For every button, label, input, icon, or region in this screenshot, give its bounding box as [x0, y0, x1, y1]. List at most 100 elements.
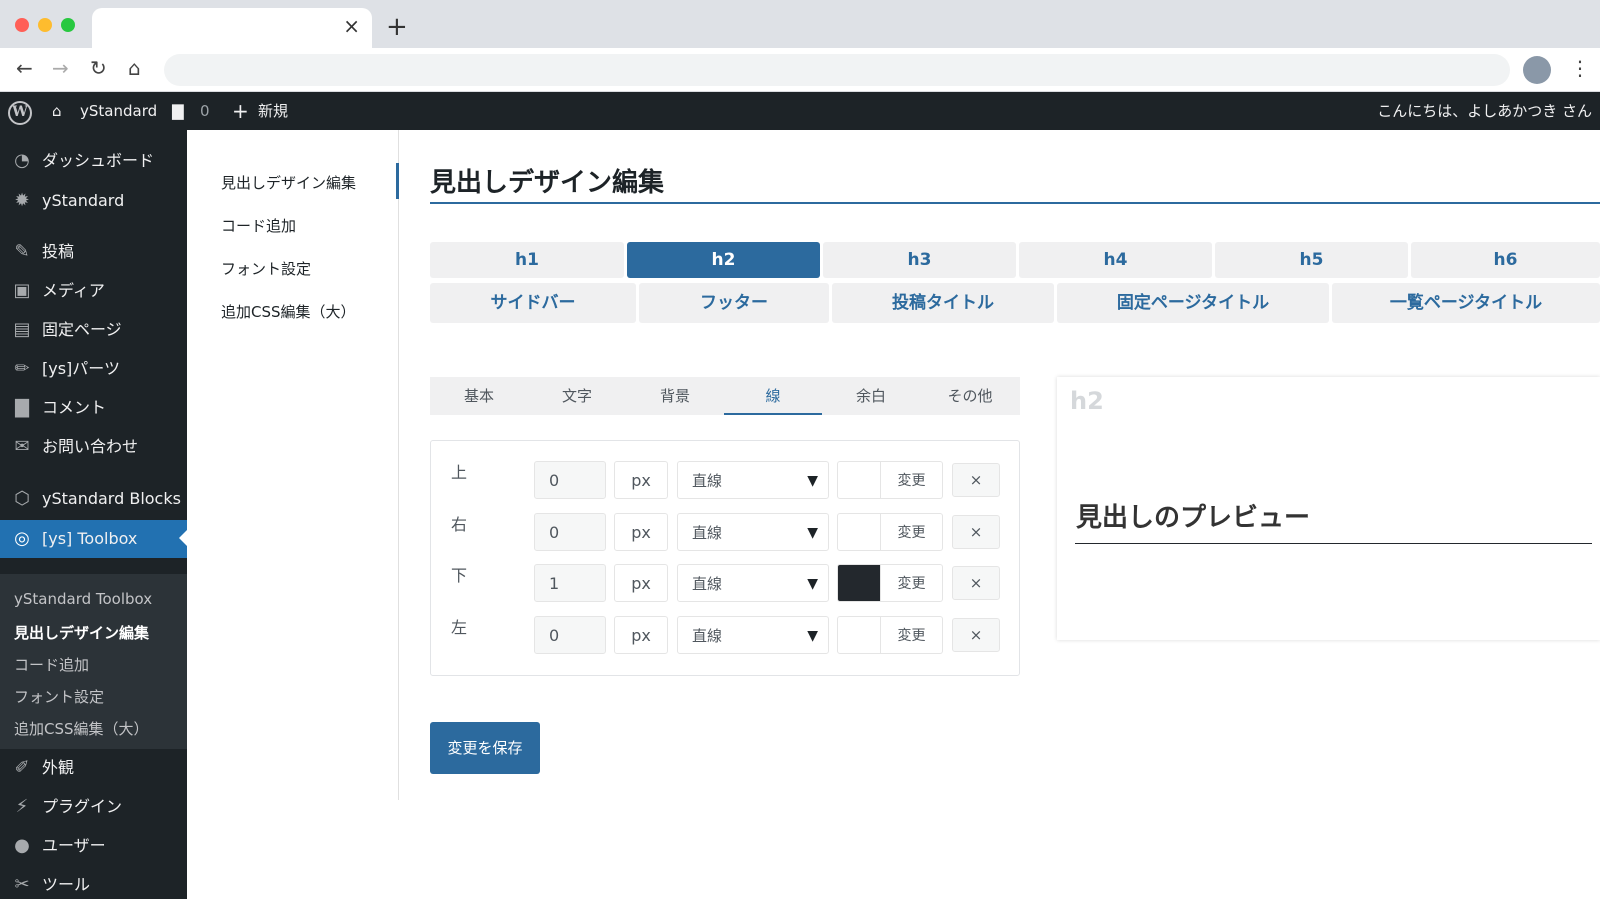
sidebar-item-toolbox[interactable]: ◎ [ys] Toolbox — [0, 520, 187, 558]
reload-icon[interactable]: ↻ — [90, 58, 107, 78]
forward-arrow-icon[interactable]: → — [52, 58, 69, 78]
media-icon: ▣ — [13, 280, 31, 301]
sidebar-item-comments[interactable]: ▇ コメント — [0, 390, 187, 426]
submenu-item-font-settings[interactable]: フォント設定 — [14, 686, 104, 707]
comments-count[interactable]: 0 — [200, 92, 210, 130]
wrench-icon: ✂ — [14, 874, 30, 895]
preview-border-line — [1075, 543, 1592, 544]
tab-basic[interactable]: 基本 — [430, 377, 528, 415]
border-style-select[interactable]: 直線 ▼ — [677, 616, 829, 654]
tab-h2[interactable]: h2 — [627, 242, 820, 278]
user-icon: ● — [14, 835, 30, 856]
change-color-button[interactable]: 変更 — [881, 564, 943, 602]
more-menu-icon[interactable]: ⋮ — [1570, 56, 1590, 80]
preview-heading: 見出しのプレビュー — [1076, 503, 1311, 533]
toolbox-submenu: yStandard Toolbox 見出しデザイン編集 コード追加 フォント設定… — [0, 574, 187, 749]
home-icon[interactable]: ⌂ — [52, 92, 62, 130]
border-width-input[interactable]: 0 — [534, 513, 606, 551]
sidebar-item-tools[interactable]: ✂ ツール — [0, 867, 187, 899]
mail-icon: ✉ — [14, 436, 30, 457]
back-arrow-icon[interactable]: ← — [16, 58, 33, 78]
sidebar-item-media[interactable]: ▣ メディア — [0, 273, 187, 309]
border-style-select[interactable]: 直線 ▼ — [677, 564, 829, 602]
sidebar-item-appearance[interactable]: ✐ 外観 — [0, 750, 187, 786]
border-color-swatch[interactable] — [837, 461, 881, 499]
home-icon[interactable]: ⌂ — [128, 58, 141, 78]
new-content-link[interactable]: 新規 — [258, 92, 288, 130]
tab-sidebar[interactable]: サイドバー — [430, 283, 636, 323]
tab-h5[interactable]: h5 — [1215, 242, 1408, 278]
sidebar-item-pages[interactable]: ▤ 固定ページ — [0, 312, 187, 348]
address-bar[interactable] — [164, 54, 1510, 86]
pin-icon: ✎ — [14, 241, 30, 262]
tab-spacing[interactable]: 余白 — [822, 377, 920, 415]
change-color-button[interactable]: 変更 — [881, 461, 943, 499]
tab-h1[interactable]: h1 — [430, 242, 624, 278]
border-style-select[interactable]: 直線 ▼ — [677, 513, 829, 551]
zoom-window-button[interactable] — [61, 18, 75, 32]
chevron-down-icon: ▼ — [807, 576, 818, 592]
user-greeting[interactable]: こんにちは、よしあかつき さん — [1377, 92, 1592, 130]
sidebar-item-posts[interactable]: ✎ 投稿 — [0, 234, 187, 270]
clear-button[interactable]: × — [952, 515, 1000, 549]
tab-border[interactable]: 線 — [724, 377, 822, 415]
admin-sidebar: ◔ ダッシュボード ✹ yStandard ✎ 投稿 ▣ メディア ▤ 固定ペー… — [0, 130, 187, 899]
submenu-item-toolbox[interactable]: yStandard Toolbox — [14, 590, 152, 608]
browser-tab[interactable]: × — [92, 8, 372, 48]
sidebar-item-dashboard[interactable]: ◔ ダッシュボード — [0, 143, 187, 179]
new-tab-button[interactable]: + — [386, 14, 408, 40]
comment-icon: ▇ — [15, 397, 29, 418]
close-window-button[interactable] — [15, 18, 29, 32]
subnav-item-extra-css[interactable]: 追加CSS編集（大） — [221, 301, 356, 322]
sidebar-item-ystandard[interactable]: ✹ yStandard — [0, 183, 187, 219]
wordpress-logo-icon[interactable]: W — [8, 92, 32, 130]
subnav-item-font-settings[interactable]: フォント設定 — [221, 258, 311, 279]
subnav-item-add-code[interactable]: コード追加 — [221, 215, 296, 236]
site-name-link[interactable]: yStandard — [80, 92, 157, 130]
sidebar-item-plugins[interactable]: ⚡ プラグイン — [0, 789, 187, 825]
border-color-swatch[interactable] — [837, 564, 881, 602]
save-button[interactable]: 変更を保存 — [430, 722, 540, 774]
border-color-swatch[interactable] — [837, 616, 881, 654]
change-color-button[interactable]: 変更 — [881, 616, 943, 654]
submenu-item-extra-css[interactable]: 追加CSS編集（大） — [14, 718, 149, 739]
tab-h4[interactable]: h4 — [1019, 242, 1212, 278]
tab-other[interactable]: その他 — [920, 377, 1020, 415]
tab-text[interactable]: 文字 — [528, 377, 626, 415]
close-icon[interactable]: × — [343, 16, 360, 36]
sidebar-item-parts[interactable]: ✏ [ys]パーツ — [0, 351, 187, 387]
tab-page-title[interactable]: 固定ページタイトル — [1057, 283, 1329, 323]
chevron-down-icon: ▼ — [807, 525, 818, 541]
profile-avatar[interactable] — [1523, 56, 1551, 84]
border-unit: px — [614, 564, 668, 602]
plus-icon[interactable]: + — [232, 92, 249, 130]
chevron-down-icon: ▼ — [807, 473, 818, 489]
submenu-item-heading-design[interactable]: 見出しデザイン編集 — [14, 622, 149, 643]
comment-icon[interactable]: ▇ — [172, 92, 184, 130]
sidebar-item-contact[interactable]: ✉ お問い合わせ — [0, 429, 187, 465]
clear-button[interactable]: × — [952, 463, 1000, 497]
minimize-window-button[interactable] — [38, 18, 52, 32]
tab-h3[interactable]: h3 — [823, 242, 1016, 278]
border-color-swatch[interactable] — [837, 513, 881, 551]
change-color-button[interactable]: 変更 — [881, 513, 943, 551]
tab-footer[interactable]: フッター — [639, 283, 829, 323]
tab-archive-title[interactable]: 一覧ページタイトル — [1332, 283, 1600, 323]
wp-admin-bar: W ⌂ yStandard ▇ 0 + 新規 こんにちは、よしあかつき さん — [0, 92, 1600, 130]
clear-button[interactable]: × — [952, 618, 1000, 652]
sidebar-item-ystandard-blocks[interactable]: ⬡ yStandard Blocks — [0, 481, 187, 517]
tab-h6[interactable]: h6 — [1411, 242, 1600, 278]
tab-background[interactable]: 背景 — [626, 377, 724, 415]
border-unit: px — [614, 616, 668, 654]
subnav-item-heading-design[interactable]: 見出しデザイン編集 — [221, 172, 356, 193]
sidebar-item-users[interactable]: ● ユーザー — [0, 828, 187, 864]
tab-post-title[interactable]: 投稿タイトル — [832, 283, 1054, 323]
border-width-input[interactable]: 0 — [534, 461, 606, 499]
browser-toolbar: ← → ↻ ⌂ ⋮ — [0, 48, 1600, 92]
clear-button[interactable]: × — [952, 566, 1000, 600]
border-style-select[interactable]: 直線 ▼ — [677, 461, 829, 499]
chevron-down-icon: ▼ — [807, 628, 818, 644]
border-width-input[interactable]: 1 — [534, 564, 606, 602]
border-width-input[interactable]: 0 — [534, 616, 606, 654]
submenu-item-add-code[interactable]: コード追加 — [14, 654, 89, 675]
